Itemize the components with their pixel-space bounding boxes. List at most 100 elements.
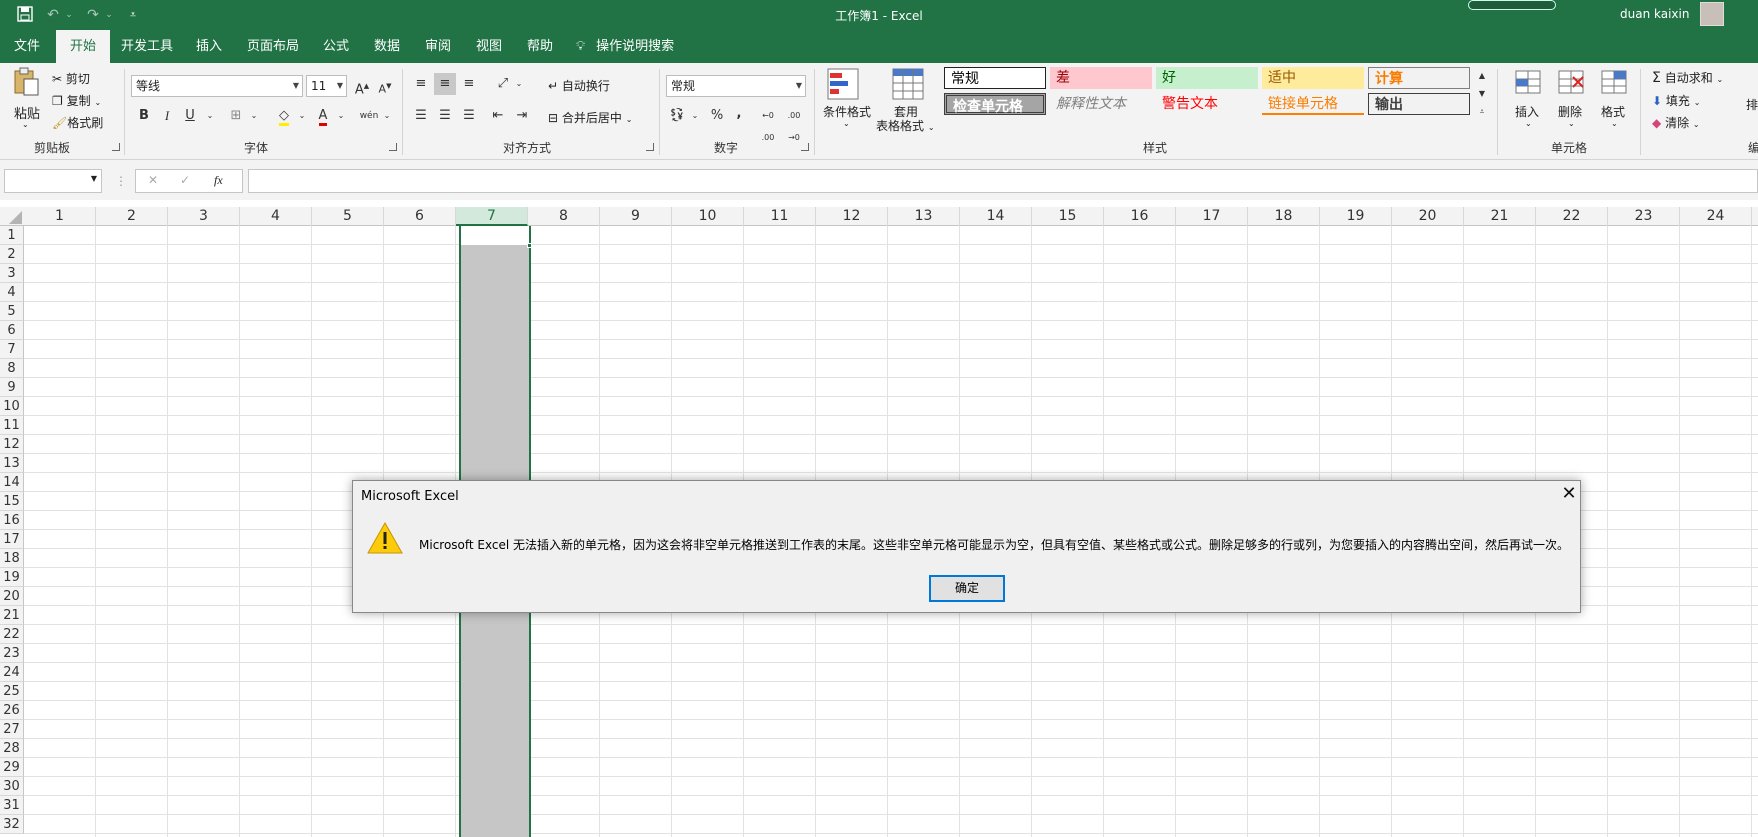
row-header[interactable]: 27 (0, 720, 24, 739)
row-header[interactable]: 20 (0, 587, 24, 606)
row-header[interactable]: 31 (0, 796, 24, 815)
chevron-down-icon[interactable]: ⌄ (1525, 119, 1532, 128)
format-cells-icon[interactable] (1600, 67, 1628, 100)
format-cells-label[interactable]: 格式 (1601, 103, 1625, 120)
select-all-corner[interactable] (0, 207, 24, 226)
align-center-icon[interactable]: ☰ (434, 105, 456, 127)
align-bottom-icon[interactable]: ≡ (458, 73, 480, 95)
column-header[interactable]: 2 (96, 207, 168, 226)
column-header[interactable]: 11 (744, 207, 816, 226)
gallery-down-icon[interactable]: ▼ (1474, 83, 1490, 101)
row-header[interactable]: 13 (0, 454, 24, 473)
clear-button[interactable]: ◆ 清除 ⌄ (1652, 114, 1700, 131)
row-header[interactable]: 14 (0, 473, 24, 492)
column-header[interactable]: 13 (888, 207, 960, 226)
column-header[interactable]: 16 (1104, 207, 1176, 226)
fx-icon[interactable]: fx (214, 173, 223, 188)
ok-button[interactable]: 确定 (929, 575, 1005, 602)
align-middle-icon[interactable]: ≡ (434, 73, 456, 95)
paste-button[interactable] (12, 67, 42, 100)
tell-me-search[interactable]: 💡︎ 操作说明搜索 (576, 30, 674, 63)
row-header[interactable]: 32 (0, 815, 24, 834)
column-header[interactable]: 12 (816, 207, 888, 226)
style-normal[interactable]: 常规 (944, 67, 1046, 89)
column-header[interactable]: 18 (1248, 207, 1320, 226)
row-header[interactable]: 17 (0, 530, 24, 549)
percent-button[interactable]: % (706, 105, 728, 127)
fill-button[interactable]: ⬇︎ 填充 ⌄ (1652, 92, 1700, 109)
align-right-icon[interactable]: ☰ (458, 105, 480, 127)
row-header[interactable]: 7 (0, 340, 24, 359)
column-header[interactable]: 21 (1464, 207, 1536, 226)
close-icon[interactable]: ✕ (1557, 483, 1581, 507)
decrease-indent-icon[interactable]: ⇤ (487, 105, 509, 127)
tab-home[interactable]: 开始 (56, 30, 111, 63)
row-header[interactable]: 26 (0, 701, 24, 720)
row-header[interactable]: 4 (0, 283, 24, 302)
style-bad[interactable]: 差 (1050, 67, 1152, 89)
table-format-icon[interactable] (891, 67, 925, 104)
align-top-icon[interactable]: ≡ (410, 73, 432, 95)
column-header[interactable]: 17 (1176, 207, 1248, 226)
dialog-launcher-icon[interactable] (389, 143, 397, 151)
column-header[interactable]: 23 (1608, 207, 1680, 226)
style-neutral[interactable]: 适中 (1262, 67, 1364, 89)
row-header[interactable]: 18 (0, 549, 24, 568)
delete-cells-label[interactable]: 删除 (1558, 103, 1582, 120)
column-header[interactable]: 7 (456, 207, 528, 226)
avatar[interactable] (1700, 2, 1724, 26)
row-header[interactable]: 24 (0, 663, 24, 682)
chevron-down-icon[interactable]: ⌄ (243, 105, 265, 127)
merge-center-button[interactable]: ⊟ 合并后居中 ⌄ (548, 109, 632, 126)
tab-data[interactable]: 数据 (360, 30, 414, 63)
column-header[interactable]: 10 (672, 207, 744, 226)
chevron-down-icon[interactable]: ⌄ (330, 105, 352, 127)
column-header[interactable]: 22 (1536, 207, 1608, 226)
column-header[interactable]: 4 (240, 207, 312, 226)
italic-button[interactable]: I (156, 105, 178, 127)
user-name[interactable]: duan kaixin (1620, 7, 1689, 21)
sort-filter-partial[interactable]: 排 (1746, 96, 1758, 113)
row-header[interactable]: 19 (0, 568, 24, 587)
column-header[interactable]: 3 (168, 207, 240, 226)
chevron-down-icon[interactable]: ⌄ (1568, 119, 1575, 128)
tab-help[interactable]: 帮助 (513, 30, 567, 63)
column-header[interactable]: 20 (1392, 207, 1464, 226)
dialog-launcher-icon[interactable] (801, 143, 809, 151)
underline-button[interactable]: U (179, 105, 201, 127)
font-name-combo[interactable]: 等线 ▼ (131, 75, 303, 97)
copy-button[interactable]: ❐ 复制 ⌄ (52, 92, 101, 109)
formula-input[interactable] (248, 169, 1758, 193)
chevron-down-icon[interactable]: ⌄ (508, 73, 530, 95)
increase-decimal-button[interactable]: ←0 .00 (756, 105, 780, 142)
dialog-launcher-icon[interactable] (112, 143, 120, 151)
chevron-down-icon[interactable]: ⌄ (376, 105, 398, 127)
font-size-combo[interactable]: 11 ▼ (306, 75, 347, 97)
row-header[interactable]: 15 (0, 492, 24, 511)
chevron-down-icon[interactable]: ⌄ (684, 105, 706, 127)
column-header[interactable]: 6 (384, 207, 456, 226)
column-header[interactable]: 9 (600, 207, 672, 226)
column-header[interactable]: 24 (1680, 207, 1752, 226)
tab-view[interactable]: 视图 (462, 30, 516, 63)
tab-insert[interactable]: 插入 (182, 30, 236, 63)
shrink-font-button[interactable]: A▼ (374, 75, 396, 97)
tab-file[interactable]: 文件 (0, 30, 54, 63)
conditional-format-icon[interactable] (826, 67, 868, 104)
row-header[interactable]: 3 (0, 264, 24, 283)
insert-cells-label[interactable]: 插入 (1515, 103, 1539, 120)
fill-handle[interactable] (527, 243, 532, 248)
name-box[interactable]: ▼ (4, 169, 102, 193)
column-header[interactable]: 19 (1320, 207, 1392, 226)
insert-cells-icon[interactable] (1514, 67, 1542, 100)
row-header[interactable]: 6 (0, 321, 24, 340)
row-header[interactable]: 8 (0, 359, 24, 378)
increase-indent-icon[interactable]: ⇥ (511, 105, 533, 127)
style-output[interactable]: 输出 (1368, 93, 1470, 115)
row-header[interactable]: 28 (0, 739, 24, 758)
column-header[interactable]: 5 (312, 207, 384, 226)
table-format-label2[interactable]: 表格格式 ⌄ (876, 117, 935, 134)
tab-developer[interactable]: 开发工具 (107, 30, 187, 63)
style-explanatory[interactable]: 解释性文本 (1050, 93, 1152, 115)
enter-icon[interactable]: ✓ (180, 173, 190, 187)
